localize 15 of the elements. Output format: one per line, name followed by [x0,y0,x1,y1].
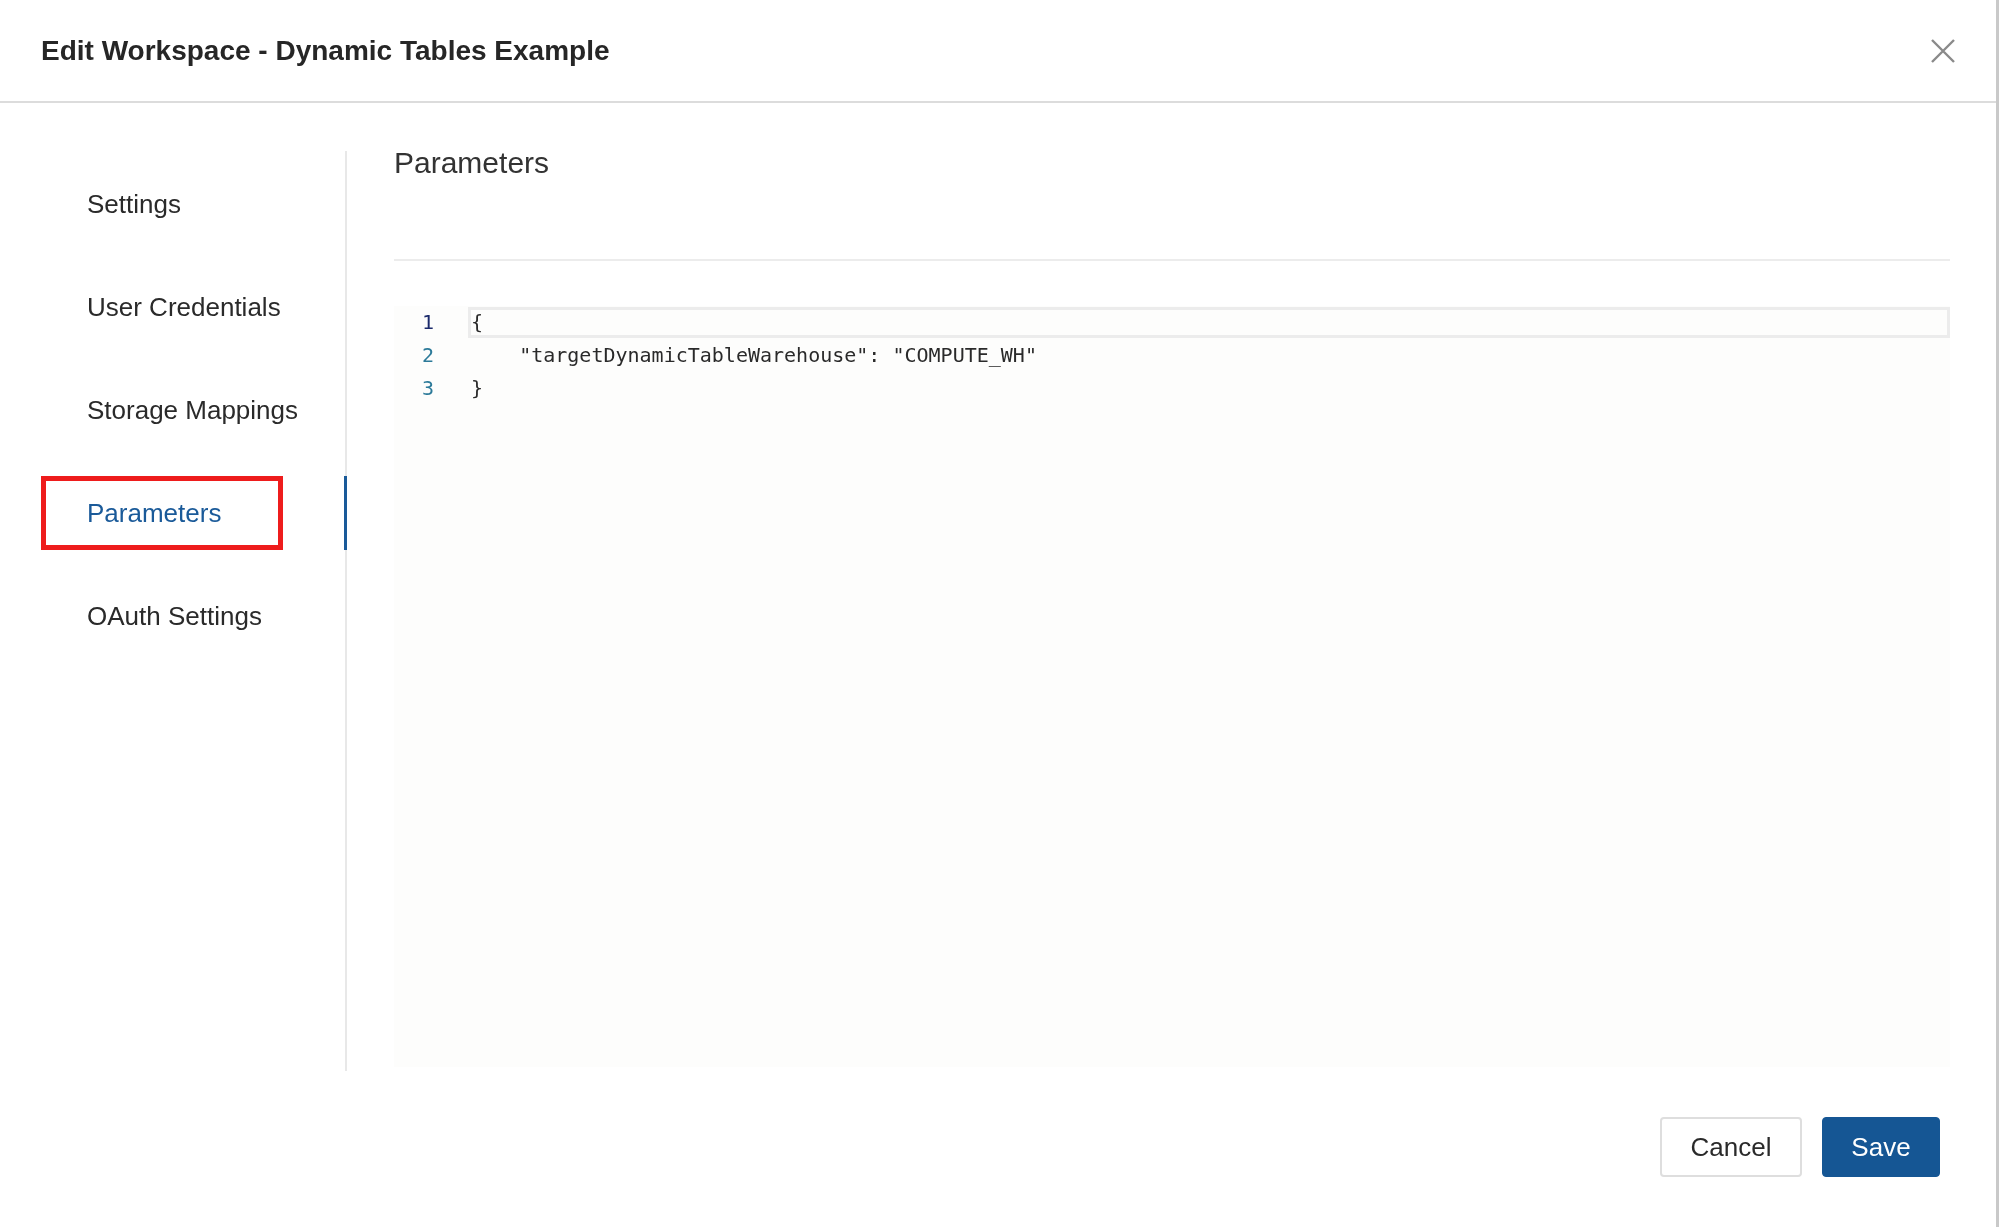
line-number: 2 [421,343,436,368]
save-button[interactable]: Save [1822,1117,1940,1177]
dialog-title: Edit Workspace - Dynamic Tables Example [41,34,610,67]
cancel-button[interactable]: Cancel [1660,1117,1802,1177]
line-number: 1 [421,310,436,335]
code-line: "targetDynamicTableWarehouse": "COMPUTE_WH" [518,342,1038,370]
code-line: } [470,375,485,403]
close-icon [1930,37,1956,64]
sidebar-item[interactable]: OAuth Settings [41,579,283,653]
sidebar-item[interactable]: Parameters [41,476,283,550]
line-number: 3 [421,376,436,401]
sidebar-item[interactable]: Storage Mappings [41,373,299,447]
sidebar-item[interactable]: User Credentials [41,270,283,344]
sidebar-item[interactable]: Settings [41,167,283,241]
section-heading: Parameters [394,126,1950,261]
